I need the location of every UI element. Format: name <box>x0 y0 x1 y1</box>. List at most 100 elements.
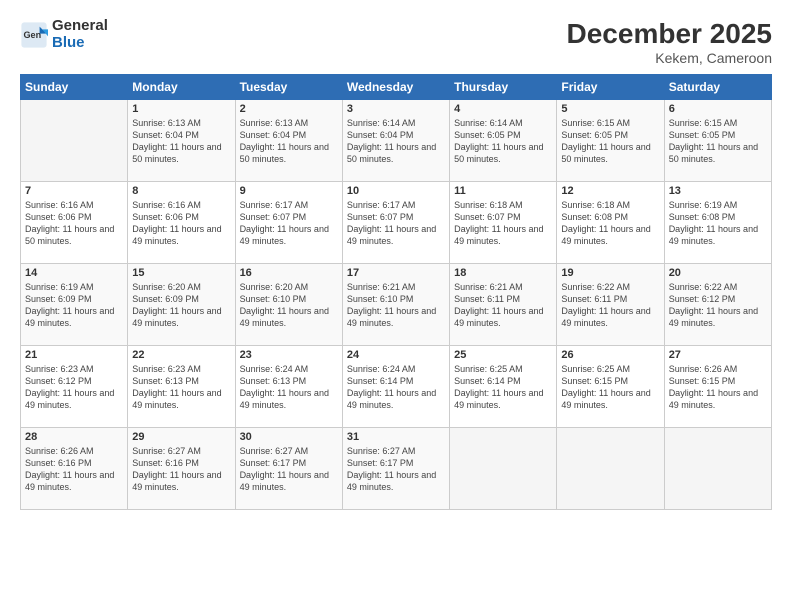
title-section: December 2025 Kekem, Cameroon <box>567 18 772 66</box>
day-number: 20 <box>669 267 767 279</box>
calendar-cell: 11 Sunrise: 6:18 AM Sunset: 6:07 PM Dayli… <box>450 182 557 264</box>
calendar-cell: 30Sunrise: 6:27 AM Sunset: 6:17 PM Dayli… <box>235 428 342 510</box>
day-number: 8 <box>132 185 230 197</box>
day-info: Sunrise: 6:15 AM Sunset: 6:05 PM Dayligh… <box>669 117 767 166</box>
calendar-cell: 6 Sunrise: 6:15 AM Sunset: 6:05 PM Daylig… <box>664 100 771 182</box>
day-info: Sunrise: 6:14 AM Sunset: 6:05 PM Dayligh… <box>454 117 552 166</box>
calendar-cell: 15 Sunrise: 6:20 AM Sunset: 6:09 PM Dayli… <box>128 264 235 346</box>
col-friday: Friday <box>557 75 664 100</box>
calendar-table: Sunday Monday Tuesday Wednesday Thursday… <box>20 74 772 510</box>
day-number: 11 <box>454 185 552 197</box>
col-wednesday: Wednesday <box>342 75 449 100</box>
day-info: Sunrise: 6:17 AM Sunset: 6:07 PM Dayligh… <box>240 199 338 248</box>
col-saturday: Saturday <box>664 75 771 100</box>
day-info: Sunrise: 6:19 AM Sunset: 6:08 PM Dayligh… <box>669 199 767 248</box>
day-number: 7 <box>25 185 123 197</box>
day-number: 5 <box>561 103 659 115</box>
day-number: 26 <box>561 349 659 361</box>
calendar-cell: 27Sunrise: 6:26 AM Sunset: 6:15 PM Dayli… <box>664 346 771 428</box>
calendar-cell: 5 Sunrise: 6:15 AM Sunset: 6:05 PM Daylig… <box>557 100 664 182</box>
col-monday: Monday <box>128 75 235 100</box>
day-info: Sunrise: 6:18 AM Sunset: 6:07 PM Dayligh… <box>454 199 552 248</box>
logo-blue-text: Blue <box>52 35 108 52</box>
day-number: 19 <box>561 267 659 279</box>
day-info: Sunrise: 6:23 AM Sunset: 6:12 PM Dayligh… <box>25 363 123 412</box>
day-info: Sunrise: 6:16 AM Sunset: 6:06 PM Dayligh… <box>25 199 123 248</box>
day-info: Sunrise: 6:16 AM Sunset: 6:06 PM Dayligh… <box>132 199 230 248</box>
day-number: 1 <box>132 103 230 115</box>
header-row: Sunday Monday Tuesday Wednesday Thursday… <box>21 75 772 100</box>
calendar-cell: 25Sunrise: 6:25 AM Sunset: 6:14 PM Dayli… <box>450 346 557 428</box>
day-number: 23 <box>240 349 338 361</box>
day-number: 27 <box>669 349 767 361</box>
day-info: Sunrise: 6:19 AM Sunset: 6:09 PM Dayligh… <box>25 281 123 330</box>
day-number: 12 <box>561 185 659 197</box>
calendar-cell: 2Sunrise: 6:13 AM Sunset: 6:04 PM Daylig… <box>235 100 342 182</box>
calendar-cell: 17Sunrise: 6:21 AM Sunset: 6:10 PM Dayli… <box>342 264 449 346</box>
day-number: 2 <box>240 103 338 115</box>
calendar-cell: 14 Sunrise: 6:19 AM Sunset: 6:09 PM Dayli… <box>21 264 128 346</box>
calendar-cell: 28 Sunrise: 6:26 AM Sunset: 6:16 PM Dayli… <box>21 428 128 510</box>
calendar-cell: 16 Sunrise: 6:20 AM Sunset: 6:10 PM Dayli… <box>235 264 342 346</box>
day-info: Sunrise: 6:25 AM Sunset: 6:15 PM Dayligh… <box>561 363 659 412</box>
day-number: 16 <box>240 267 338 279</box>
calendar-week-1: 1Sunrise: 6:13 AM Sunset: 6:04 PM Daylig… <box>21 100 772 182</box>
day-number: 14 <box>25 267 123 279</box>
day-number: 24 <box>347 349 445 361</box>
day-number: 31 <box>347 431 445 443</box>
day-number: 28 <box>25 431 123 443</box>
day-info: Sunrise: 6:17 AM Sunset: 6:07 PM Dayligh… <box>347 199 445 248</box>
day-number: 3 <box>347 103 445 115</box>
calendar-cell: 4 Sunrise: 6:14 AM Sunset: 6:05 PM Daylig… <box>450 100 557 182</box>
day-info: Sunrise: 6:24 AM Sunset: 6:14 PM Dayligh… <box>347 363 445 412</box>
calendar-cell <box>557 428 664 510</box>
calendar-header: Sunday Monday Tuesday Wednesday Thursday… <box>21 75 772 100</box>
col-thursday: Thursday <box>450 75 557 100</box>
day-info: Sunrise: 6:14 AM Sunset: 6:04 PM Dayligh… <box>347 117 445 166</box>
day-number: 9 <box>240 185 338 197</box>
day-number: 4 <box>454 103 552 115</box>
day-number: 18 <box>454 267 552 279</box>
day-number: 13 <box>669 185 767 197</box>
calendar-cell <box>664 428 771 510</box>
calendar-week-4: 21 Sunrise: 6:23 AM Sunset: 6:12 PM Dayli… <box>21 346 772 428</box>
calendar-cell <box>21 100 128 182</box>
calendar-week-2: 7 Sunrise: 6:16 AM Sunset: 6:06 PM Daylig… <box>21 182 772 264</box>
calendar-cell: 10 Sunrise: 6:17 AM Sunset: 6:07 PM Dayli… <box>342 182 449 264</box>
calendar-cell: 21 Sunrise: 6:23 AM Sunset: 6:12 PM Dayli… <box>21 346 128 428</box>
calendar-cell: 12 Sunrise: 6:18 AM Sunset: 6:08 PM Dayli… <box>557 182 664 264</box>
header: Gen General Blue December 2025 Kekem, Ca… <box>20 18 772 66</box>
day-info: Sunrise: 6:27 AM Sunset: 6:17 PM Dayligh… <box>347 445 445 494</box>
day-info: Sunrise: 6:22 AM Sunset: 6:11 PM Dayligh… <box>561 281 659 330</box>
svg-text:Gen: Gen <box>24 29 42 39</box>
calendar-cell: 29Sunrise: 6:27 AM Sunset: 6:16 PM Dayli… <box>128 428 235 510</box>
calendar-cell: 13 Sunrise: 6:19 AM Sunset: 6:08 PM Dayli… <box>664 182 771 264</box>
day-info: Sunrise: 6:15 AM Sunset: 6:05 PM Dayligh… <box>561 117 659 166</box>
calendar-cell: 31 Sunrise: 6:27 AM Sunset: 6:17 PM Dayli… <box>342 428 449 510</box>
day-number: 10 <box>347 185 445 197</box>
calendar-cell: 1Sunrise: 6:13 AM Sunset: 6:04 PM Daylig… <box>128 100 235 182</box>
day-number: 21 <box>25 349 123 361</box>
logo-general-text: General <box>52 18 108 35</box>
day-number: 25 <box>454 349 552 361</box>
day-number: 29 <box>132 431 230 443</box>
day-info: Sunrise: 6:20 AM Sunset: 6:09 PM Dayligh… <box>132 281 230 330</box>
calendar-cell: 19 Sunrise: 6:22 AM Sunset: 6:11 PM Dayli… <box>557 264 664 346</box>
day-number: 30 <box>240 431 338 443</box>
day-info: Sunrise: 6:21 AM Sunset: 6:11 PM Dayligh… <box>454 281 552 330</box>
calendar-cell: 9 Sunrise: 6:17 AM Sunset: 6:07 PM Daylig… <box>235 182 342 264</box>
day-info: Sunrise: 6:26 AM Sunset: 6:16 PM Dayligh… <box>25 445 123 494</box>
day-number: 22 <box>132 349 230 361</box>
day-number: 6 <box>669 103 767 115</box>
col-tuesday: Tuesday <box>235 75 342 100</box>
calendar-cell: 7 Sunrise: 6:16 AM Sunset: 6:06 PM Daylig… <box>21 182 128 264</box>
calendar-cell: 18 Sunrise: 6:21 AM Sunset: 6:11 PM Dayli… <box>450 264 557 346</box>
calendar-cell: 26 Sunrise: 6:25 AM Sunset: 6:15 PM Dayli… <box>557 346 664 428</box>
calendar-cell: 22 Sunrise: 6:23 AM Sunset: 6:13 PM Dayli… <box>128 346 235 428</box>
calendar-cell: 24 Sunrise: 6:24 AM Sunset: 6:14 PM Dayli… <box>342 346 449 428</box>
day-info: Sunrise: 6:18 AM Sunset: 6:08 PM Dayligh… <box>561 199 659 248</box>
day-info: Sunrise: 6:23 AM Sunset: 6:13 PM Dayligh… <box>132 363 230 412</box>
day-info: Sunrise: 6:20 AM Sunset: 6:10 PM Dayligh… <box>240 281 338 330</box>
logo-icon: Gen <box>20 21 48 49</box>
day-number: 15 <box>132 267 230 279</box>
